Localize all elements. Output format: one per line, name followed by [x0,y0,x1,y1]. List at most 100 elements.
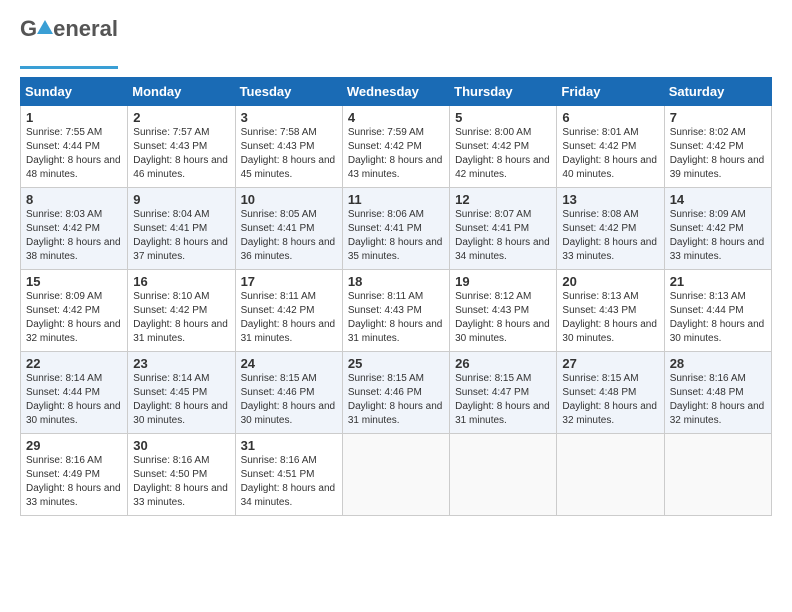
cell-info: Sunrise: 8:04 AMSunset: 4:41 PMDaylight:… [133,208,230,264]
day-number: 31 [241,438,338,453]
cell-info: Sunrise: 8:15 AMSunset: 4:46 PMDaylight:… [348,372,445,428]
cell-info: Sunrise: 8:09 AMSunset: 4:42 PMDaylight:… [670,208,767,264]
col-header-monday: Monday [128,78,235,106]
week-row-3: 15Sunrise: 8:09 AMSunset: 4:42 PMDayligh… [21,270,772,352]
cell-info: Sunrise: 8:15 AMSunset: 4:46 PMDaylight:… [241,372,338,428]
header: G eneral [20,16,772,69]
calendar-cell: 21Sunrise: 8:13 AMSunset: 4:44 PMDayligh… [664,270,771,352]
day-number: 3 [241,110,338,125]
day-number: 18 [348,274,445,289]
calendar-cell: 25Sunrise: 8:15 AMSunset: 4:46 PMDayligh… [342,352,449,434]
cell-info: Sunrise: 8:13 AMSunset: 4:44 PMDaylight:… [670,290,767,346]
week-row-4: 22Sunrise: 8:14 AMSunset: 4:44 PMDayligh… [21,352,772,434]
cell-info: Sunrise: 7:59 AMSunset: 4:42 PMDaylight:… [348,126,445,182]
logo-triangle-icon [37,20,53,34]
cell-info: Sunrise: 8:05 AMSunset: 4:41 PMDaylight:… [241,208,338,264]
day-number: 14 [670,192,767,207]
header-row: SundayMondayTuesdayWednesdayThursdayFrid… [21,78,772,106]
logo-eneral: eneral [53,16,118,42]
calendar-cell: 19Sunrise: 8:12 AMSunset: 4:43 PMDayligh… [450,270,557,352]
calendar-cell: 28Sunrise: 8:16 AMSunset: 4:48 PMDayligh… [664,352,771,434]
day-number: 4 [348,110,445,125]
cell-info: Sunrise: 8:12 AMSunset: 4:43 PMDaylight:… [455,290,552,346]
page: G eneral SundayMondayTuesdayWednesdayThu… [0,0,792,526]
calendar-table: SundayMondayTuesdayWednesdayThursdayFrid… [20,77,772,516]
calendar-cell: 10Sunrise: 8:05 AMSunset: 4:41 PMDayligh… [235,188,342,270]
day-number: 24 [241,356,338,371]
cell-info: Sunrise: 8:16 AMSunset: 4:48 PMDaylight:… [670,372,767,428]
cell-info: Sunrise: 8:13 AMSunset: 4:43 PMDaylight:… [562,290,659,346]
cell-info: Sunrise: 8:15 AMSunset: 4:48 PMDaylight:… [562,372,659,428]
calendar-cell [557,434,664,516]
calendar-cell: 6Sunrise: 8:01 AMSunset: 4:42 PMDaylight… [557,106,664,188]
calendar-cell: 24Sunrise: 8:15 AMSunset: 4:46 PMDayligh… [235,352,342,434]
cell-info: Sunrise: 8:06 AMSunset: 4:41 PMDaylight:… [348,208,445,264]
cell-info: Sunrise: 8:09 AMSunset: 4:42 PMDaylight:… [26,290,123,346]
cell-info: Sunrise: 8:10 AMSunset: 4:42 PMDaylight:… [133,290,230,346]
calendar-cell: 26Sunrise: 8:15 AMSunset: 4:47 PMDayligh… [450,352,557,434]
calendar-cell: 7Sunrise: 8:02 AMSunset: 4:42 PMDaylight… [664,106,771,188]
cell-info: Sunrise: 8:00 AMSunset: 4:42 PMDaylight:… [455,126,552,182]
logo-general-g: G [20,16,37,42]
calendar-cell: 11Sunrise: 8:06 AMSunset: 4:41 PMDayligh… [342,188,449,270]
cell-info: Sunrise: 8:14 AMSunset: 4:44 PMDaylight:… [26,372,123,428]
cell-info: Sunrise: 8:08 AMSunset: 4:42 PMDaylight:… [562,208,659,264]
col-header-tuesday: Tuesday [235,78,342,106]
cell-info: Sunrise: 8:15 AMSunset: 4:47 PMDaylight:… [455,372,552,428]
day-number: 13 [562,192,659,207]
calendar-cell: 29Sunrise: 8:16 AMSunset: 4:49 PMDayligh… [21,434,128,516]
cell-info: Sunrise: 8:02 AMSunset: 4:42 PMDaylight:… [670,126,767,182]
cell-info: Sunrise: 7:58 AMSunset: 4:43 PMDaylight:… [241,126,338,182]
day-number: 17 [241,274,338,289]
calendar-cell: 5Sunrise: 8:00 AMSunset: 4:42 PMDaylight… [450,106,557,188]
calendar-cell: 18Sunrise: 8:11 AMSunset: 4:43 PMDayligh… [342,270,449,352]
calendar-cell: 23Sunrise: 8:14 AMSunset: 4:45 PMDayligh… [128,352,235,434]
calendar-cell: 14Sunrise: 8:09 AMSunset: 4:42 PMDayligh… [664,188,771,270]
week-row-5: 29Sunrise: 8:16 AMSunset: 4:49 PMDayligh… [21,434,772,516]
calendar-cell [342,434,449,516]
day-number: 11 [348,192,445,207]
calendar-cell: 9Sunrise: 8:04 AMSunset: 4:41 PMDaylight… [128,188,235,270]
calendar-cell: 4Sunrise: 7:59 AMSunset: 4:42 PMDaylight… [342,106,449,188]
calendar-cell: 1Sunrise: 7:55 AMSunset: 4:44 PMDaylight… [21,106,128,188]
calendar-cell [664,434,771,516]
calendar-cell: 30Sunrise: 8:16 AMSunset: 4:50 PMDayligh… [128,434,235,516]
cell-info: Sunrise: 8:16 AMSunset: 4:50 PMDaylight:… [133,454,230,510]
cell-info: Sunrise: 8:16 AMSunset: 4:49 PMDaylight:… [26,454,123,510]
day-number: 16 [133,274,230,289]
col-header-friday: Friday [557,78,664,106]
day-number: 12 [455,192,552,207]
col-header-thursday: Thursday [450,78,557,106]
logo-underline [20,66,118,69]
day-number: 30 [133,438,230,453]
day-number: 25 [348,356,445,371]
calendar-cell: 2Sunrise: 7:57 AMSunset: 4:43 PMDaylight… [128,106,235,188]
cell-info: Sunrise: 8:14 AMSunset: 4:45 PMDaylight:… [133,372,230,428]
day-number: 8 [26,192,123,207]
cell-info: Sunrise: 7:55 AMSunset: 4:44 PMDaylight:… [26,126,123,182]
cell-info: Sunrise: 8:03 AMSunset: 4:42 PMDaylight:… [26,208,123,264]
calendar-cell: 3Sunrise: 7:58 AMSunset: 4:43 PMDaylight… [235,106,342,188]
col-header-sunday: Sunday [21,78,128,106]
day-number: 28 [670,356,767,371]
day-number: 1 [26,110,123,125]
logo: G eneral [20,16,118,69]
day-number: 23 [133,356,230,371]
day-number: 9 [133,192,230,207]
cell-info: Sunrise: 8:16 AMSunset: 4:51 PMDaylight:… [241,454,338,510]
calendar-cell: 22Sunrise: 8:14 AMSunset: 4:44 PMDayligh… [21,352,128,434]
day-number: 10 [241,192,338,207]
day-number: 7 [670,110,767,125]
day-number: 22 [26,356,123,371]
day-number: 26 [455,356,552,371]
calendar-cell: 20Sunrise: 8:13 AMSunset: 4:43 PMDayligh… [557,270,664,352]
calendar-cell: 16Sunrise: 8:10 AMSunset: 4:42 PMDayligh… [128,270,235,352]
day-number: 29 [26,438,123,453]
calendar-cell: 27Sunrise: 8:15 AMSunset: 4:48 PMDayligh… [557,352,664,434]
day-number: 19 [455,274,552,289]
calendar-cell: 15Sunrise: 8:09 AMSunset: 4:42 PMDayligh… [21,270,128,352]
calendar-cell: 31Sunrise: 8:16 AMSunset: 4:51 PMDayligh… [235,434,342,516]
cell-info: Sunrise: 8:07 AMSunset: 4:41 PMDaylight:… [455,208,552,264]
cell-info: Sunrise: 8:11 AMSunset: 4:43 PMDaylight:… [348,290,445,346]
day-number: 15 [26,274,123,289]
